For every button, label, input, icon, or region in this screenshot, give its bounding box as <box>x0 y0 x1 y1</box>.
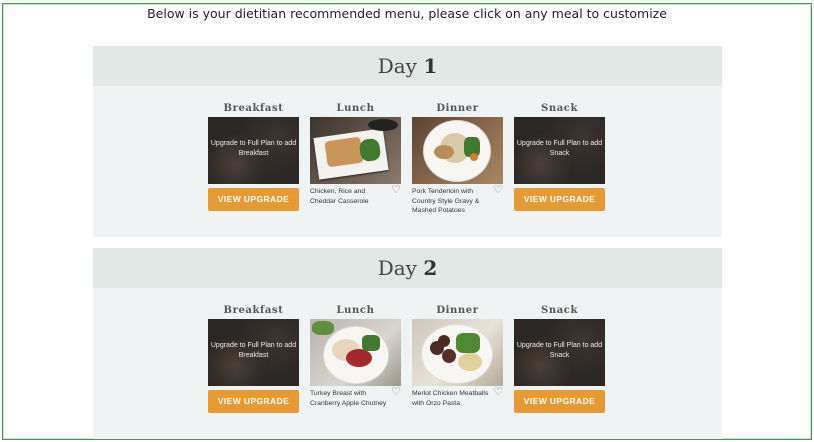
meal-label: Dinner <box>436 305 479 316</box>
intro-text: Below is your dietitian recommended menu… <box>147 6 667 21</box>
meal-label: Lunch <box>336 103 375 114</box>
locked-meal-thumbnail[interactable]: Upgrade to Full Plan to add Snack <box>514 319 605 386</box>
meal-name: Turkey Breast with Cranberry Apple Chutn… <box>310 390 387 407</box>
meal-label: Snack <box>541 103 578 114</box>
day-prefix: Day <box>377 54 417 78</box>
meal-name: Chicken, Rice and Cheddar Casserole <box>310 188 369 205</box>
heart-outline-icon[interactable]: ♡ <box>390 386 402 398</box>
meal-label: Breakfast <box>223 103 284 114</box>
locked-meal-thumbnail[interactable]: Upgrade to Full Plan to add Snack <box>514 117 605 184</box>
meal-photo[interactable] <box>310 117 401 184</box>
meal-name: Merlot Chicken Meatballs with Orzo Pasta <box>412 390 489 407</box>
meal-label: Dinner <box>436 103 479 114</box>
heart-outline-icon[interactable]: ♡ <box>492 386 504 398</box>
view-upgrade-button[interactable]: VIEW UPGRADE <box>208 188 299 211</box>
locked-meal-thumbnail[interactable]: Upgrade to Full Plan to add Breakfast <box>208 117 299 184</box>
meal-label: Snack <box>541 305 578 316</box>
view-upgrade-button[interactable]: VIEW UPGRADE <box>514 390 605 413</box>
upgrade-message: Upgrade to Full Plan to add Snack <box>516 140 603 157</box>
view-upgrade-button[interactable]: VIEW UPGRADE <box>208 390 299 413</box>
heart-outline-icon[interactable]: ♡ <box>492 184 504 196</box>
day-number: 2 <box>423 256 438 280</box>
meal-label: Breakfast <box>223 305 284 316</box>
meal-name: Pork Tenderloin with Country Style Gravy… <box>412 188 480 214</box>
upgrade-message: Upgrade to Full Plan to add Breakfast <box>210 342 297 359</box>
meal-photo[interactable] <box>412 117 503 184</box>
heart-outline-icon[interactable]: ♡ <box>390 184 402 196</box>
meal-photo[interactable] <box>412 319 503 386</box>
view-upgrade-button[interactable]: VIEW UPGRADE <box>514 188 605 211</box>
day-header: Day 2 <box>93 248 722 288</box>
day-prefix: Day <box>377 256 417 280</box>
day-card-1: Day 1 Breakfast Upgrade to Full Plan to … <box>93 46 722 237</box>
locked-meal-thumbnail[interactable]: Upgrade to Full Plan to add Breakfast <box>208 319 299 386</box>
upgrade-message: Upgrade to Full Plan to add Snack <box>516 342 603 359</box>
day-number: 1 <box>423 54 438 78</box>
meal-photo[interactable] <box>310 319 401 386</box>
day-card-2: Day 2 Breakfast Upgrade to Full Plan to … <box>93 248 722 439</box>
day-header: Day 1 <box>93 46 722 86</box>
meal-label: Lunch <box>336 305 375 316</box>
upgrade-message: Upgrade to Full Plan to add Breakfast <box>210 140 297 157</box>
